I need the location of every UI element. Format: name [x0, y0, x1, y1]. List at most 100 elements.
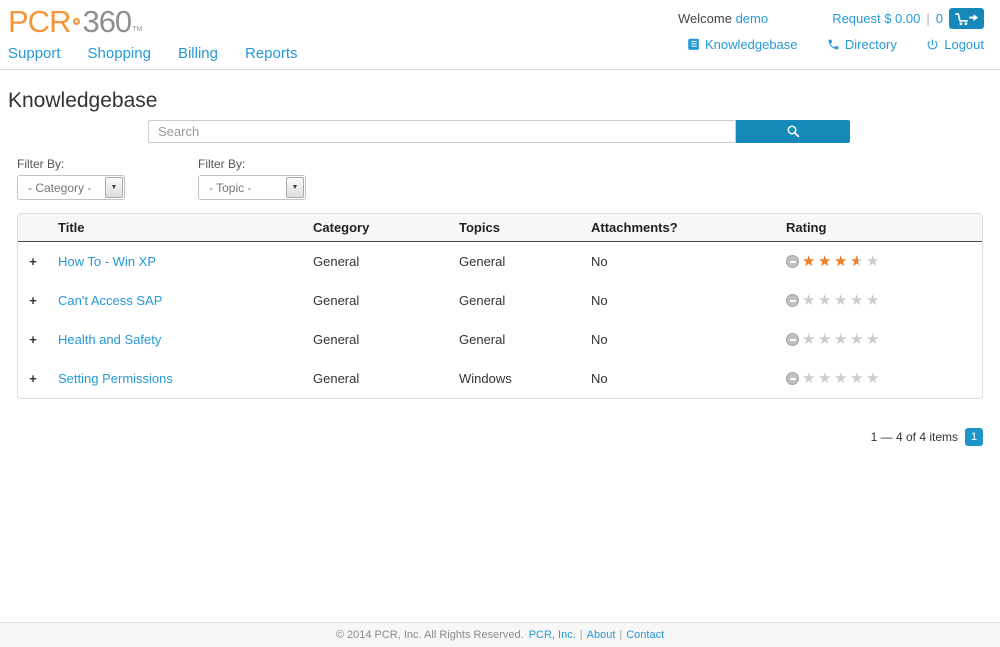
cell-attachments: No	[581, 242, 776, 282]
star-icon[interactable]: ★★	[802, 293, 818, 308]
column-topics[interactable]: Topics	[449, 214, 581, 242]
row-expander[interactable]: +	[18, 320, 48, 359]
column-attachments[interactable]: Attachments?	[581, 214, 776, 242]
star-icon[interactable]: ★★	[834, 254, 850, 269]
category-filter-select[interactable]: - Category -▼	[17, 175, 125, 200]
cancel-rating-icon[interactable]	[786, 372, 799, 385]
row-expander[interactable]: +	[18, 359, 48, 398]
kb-article-link[interactable]: Can't Access SAP	[58, 293, 162, 308]
pagination-page-button[interactable]: 1	[965, 428, 983, 446]
star-icon[interactable]: ★★	[818, 293, 834, 308]
star-icon[interactable]: ★★	[802, 332, 818, 347]
column-rating[interactable]: Rating	[776, 214, 982, 242]
cell-title: Health and Safety	[48, 320, 303, 359]
search-button[interactable]	[736, 120, 850, 143]
pcr360-logo[interactable]: PCR360TM	[8, 6, 298, 37]
topic-filter-select[interactable]: - Topic - ▼	[198, 175, 306, 200]
username-link[interactable]: demo	[736, 11, 769, 26]
star-fill: ★	[834, 254, 850, 269]
star-icon[interactable]: ★★	[834, 293, 850, 308]
cell-category: General	[303, 359, 449, 398]
nav-item-billing[interactable]: Billing	[178, 45, 218, 62]
kb-article-link[interactable]: How To - Win XP	[58, 254, 156, 269]
table-header-row: TitleCategoryTopicsAttachments?Rating	[18, 214, 982, 242]
row-expander[interactable]: +	[18, 242, 48, 282]
welcome-label: Welcome	[678, 11, 732, 26]
star-icon[interactable]: ★★	[850, 293, 866, 308]
star-icon[interactable]: ★★	[802, 254, 818, 269]
star-icon[interactable]: ★★	[866, 293, 882, 308]
quick-link-knowledgebase[interactable]: Knowledgebase	[687, 37, 798, 52]
cell-attachments: No	[581, 359, 776, 398]
column-category[interactable]: Category	[303, 214, 449, 242]
footer-link-separator: |	[619, 629, 622, 641]
cell-rating: ★★★★★★★★★★	[776, 242, 982, 282]
star-icon[interactable]: ★★	[834, 332, 850, 347]
chevron-down-icon[interactable]: ▼	[286, 177, 304, 198]
star-icon[interactable]: ★★	[818, 254, 834, 269]
star-icon[interactable]: ★★	[866, 332, 882, 347]
filter-label-topic: Filter By:	[198, 157, 306, 171]
footer-link-contact[interactable]: Contact	[626, 629, 664, 641]
cart-button[interactable]	[949, 8, 984, 29]
column-title[interactable]: Title	[48, 214, 303, 242]
cell-attachments: No	[581, 320, 776, 359]
topic-filter-value: - Topic -	[199, 181, 251, 195]
star-icon[interactable]: ★★	[850, 371, 866, 386]
request-cart-area: Request $ 0.00 | 0	[832, 8, 984, 29]
star-fill: ★	[850, 254, 858, 269]
kb-article-link[interactable]: Health and Safety	[58, 332, 161, 347]
footer-link-separator: |	[580, 629, 583, 641]
footer-link-about[interactable]: About	[587, 629, 616, 641]
welcome-message: Welcome demo	[678, 11, 768, 26]
star-icon[interactable]: ★★	[850, 332, 866, 347]
footer-links: PCR, Inc.|About|Contact	[529, 629, 664, 641]
pagination-summary: 1 — 4 of 4 items	[871, 430, 958, 444]
cell-title: Can't Access SAP	[48, 281, 303, 320]
knowledgebase-grid: TitleCategoryTopicsAttachments?Rating + H…	[17, 213, 983, 399]
request-separator: |	[926, 11, 929, 26]
footer-link-pcr-inc[interactable]: PCR, Inc.	[529, 629, 576, 641]
kb-article-link[interactable]: Setting Permissions	[58, 371, 173, 386]
cell-title: How To - Win XP	[48, 242, 303, 282]
table-row: +Can't Access SAPGeneralGeneralNo★★★★★★★…	[18, 281, 982, 320]
page-title: Knowledgebase	[8, 89, 1000, 113]
request-total-link[interactable]: Request $ 0.00	[832, 11, 920, 26]
chevron-down-icon[interactable]: ▼	[105, 177, 123, 198]
table-row: +How To - Win XPGeneralGeneralNo★★★★★★★★…	[18, 242, 982, 282]
logo-text-pcr: PCR	[8, 4, 70, 39]
cell-category: General	[303, 242, 449, 282]
nav-item-shopping[interactable]: Shopping	[88, 45, 151, 62]
star-icon[interactable]: ★★	[866, 371, 882, 386]
star-icon[interactable]: ★★	[850, 254, 866, 269]
top-header: PCR360TM SupportShoppingBillingReports W…	[0, 0, 1000, 70]
quick-link-directory[interactable]: Directory	[827, 37, 897, 52]
table-row: +Setting PermissionsGeneralWindowsNo★★★★…	[18, 359, 982, 398]
logo-degree-mark	[73, 18, 80, 25]
cancel-rating-icon[interactable]	[786, 255, 799, 268]
star-icon[interactable]: ★★	[866, 254, 882, 269]
row-expander[interactable]: +	[18, 281, 48, 320]
star-icon[interactable]: ★★	[818, 371, 834, 386]
filter-group-category: Filter By:- Category -▼	[17, 157, 125, 200]
search-input[interactable]	[148, 120, 736, 143]
nav-item-support[interactable]: Support	[8, 45, 61, 62]
cart-count-link[interactable]: 0	[936, 11, 943, 26]
cell-category: General	[303, 281, 449, 320]
cancel-rating-icon[interactable]	[786, 333, 799, 346]
cell-title: Setting Permissions	[48, 359, 303, 398]
cancel-rating-icon[interactable]	[786, 294, 799, 307]
star-icon[interactable]: ★★	[818, 332, 834, 347]
cell-rating: ★★★★★★★★★★	[776, 281, 982, 320]
quick-link-logout[interactable]: Logout	[926, 37, 984, 52]
logo-text-360: 360	[82, 4, 131, 39]
page-footer: © 2014 PCR, Inc. All Rights Reserved. PC…	[0, 622, 1000, 647]
rating-widget: ★★★★★★★★★★	[786, 293, 972, 308]
cell-topics: General	[449, 281, 581, 320]
star-fill: ★	[802, 254, 818, 269]
star-icon[interactable]: ★★	[802, 371, 818, 386]
cell-rating: ★★★★★★★★★★	[776, 320, 982, 359]
star-icon[interactable]: ★★	[834, 371, 850, 386]
nav-item-reports[interactable]: Reports	[245, 45, 298, 62]
rating-widget: ★★★★★★★★★★	[786, 371, 972, 386]
